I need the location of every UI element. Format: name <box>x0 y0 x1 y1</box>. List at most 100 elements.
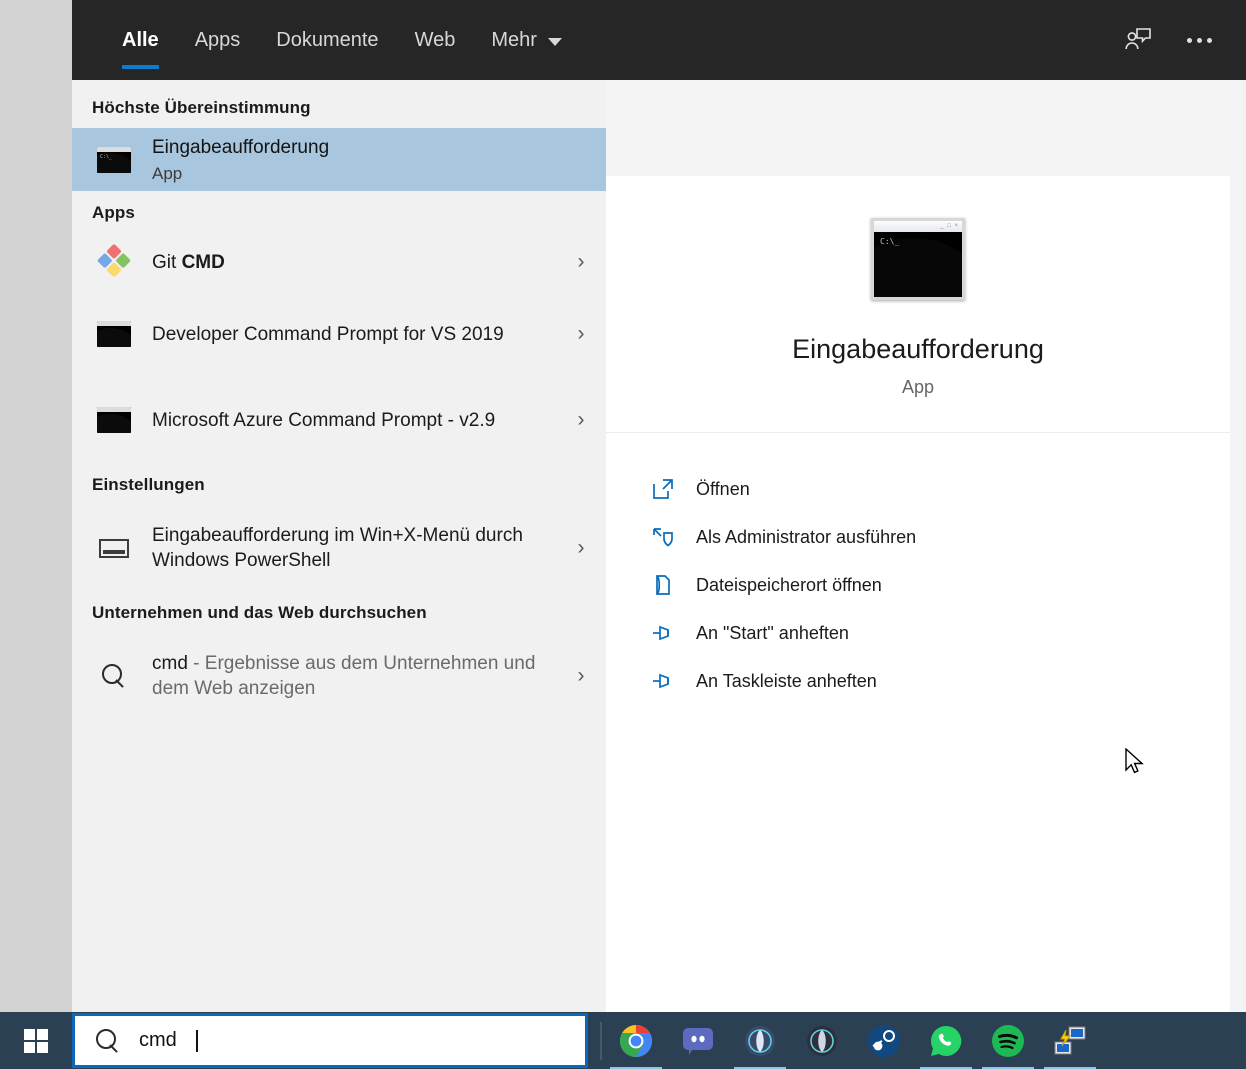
result-text: Eingabeaufforderung im Win+X-Menü durch … <box>152 523 550 574</box>
result-title: Developer Command Prompt for VS 2019 <box>152 323 504 345</box>
result-title: Eingabeaufforderung im Win+X-Menü durch … <box>152 525 523 572</box>
group-title-best-match: Höchste Übereinstimmung <box>92 98 311 117</box>
chevron-right-icon[interactable]: › <box>566 536 596 560</box>
battlenet-icon[interactable] <box>734 1021 786 1069</box>
result-title: Git CMD <box>152 250 550 275</box>
search-flyout: Alle Apps Dokumente Web Mehr Höchste Übe… <box>72 0 1246 1012</box>
result-row-web-search-cmd[interactable]: cmd - Ergebnisse aus dem Unternehmen und… <box>72 633 606 719</box>
preview-subtitle: App <box>901 377 935 397</box>
action-label: Öffnen <box>696 478 750 499</box>
preview-pane-wrap: _ □ × C:\_ Eingabeaufforderung App Öffne… <box>606 80 1246 1012</box>
result-text: Developer Command Prompt for VS 2019 <box>152 322 550 347</box>
search-icon <box>92 663 136 689</box>
whatsapp-icon[interactable] <box>920 1021 972 1069</box>
result-title: Eingabeaufforderung <box>152 137 330 158</box>
tab-label: Apps <box>194 28 241 51</box>
discord-icon[interactable] <box>678 1021 718 1061</box>
chrome-icon[interactable] <box>610 1021 662 1069</box>
action-an-start-anheften[interactable]: An "Start" anheften <box>650 609 1230 657</box>
preview-hero: _ □ × C:\_ Eingabeaufforderung App <box>606 176 1230 433</box>
battlenet-classic-icon[interactable] <box>802 1021 842 1061</box>
result-text: Microsoft Azure Command Prompt - v2.9 <box>152 408 550 433</box>
action-an-taskleiste-anheften[interactable]: An Taskleiste anheften <box>650 657 1230 705</box>
results-list: Höchste Übereinstimmung C:\_ Eingabeauff… <box>72 80 606 1012</box>
tab-mehr[interactable]: Mehr <box>473 0 580 80</box>
git-cmd-icon <box>92 243 136 278</box>
pin-icon <box>650 668 676 694</box>
text-caret <box>195 1029 198 1052</box>
remote-desktop-icon[interactable] <box>1044 1021 1096 1069</box>
taskbar: cmd <box>0 1012 1246 1069</box>
taskbar-search-box[interactable]: cmd <box>72 1013 588 1068</box>
search-input[interactable]: cmd <box>139 1029 177 1052</box>
action-oeffnen[interactable]: Öffnen <box>650 465 1230 513</box>
chevron-down-icon <box>547 38 562 46</box>
result-row-developer-command-prompt[interactable]: Developer Command Prompt for VS 2019 › <box>72 291 606 377</box>
folder-location-icon <box>650 572 676 598</box>
result-row-winx-menu-setting[interactable]: Eingabeaufforderung im Win+X-Menü durch … <box>72 505 606 591</box>
preview-icon-wrap: _ □ × C:\_ <box>606 218 1230 300</box>
result-row-eingabeaufforderung[interactable]: C:\_ Eingabeaufforderung App <box>72 128 606 192</box>
result-text: Eingabeaufforderung App <box>152 135 550 184</box>
action-label: Dateispeicherort öffnen <box>696 574 882 595</box>
show-desktop-button[interactable] <box>1240 1012 1246 1069</box>
result-title-bold: CMD <box>181 251 225 273</box>
taskbar-divider <box>600 1021 602 1060</box>
group-title-einstellungen: Einstellungen <box>92 475 205 495</box>
action-label: Als Administrator ausführen <box>696 526 917 547</box>
tab-label: Web <box>414 28 456 51</box>
start-button[interactable] <box>0 1012 72 1069</box>
tab-label: Alle <box>122 28 159 51</box>
group-title-web-search: Unternehmen und das Web durchsuchen <box>92 603 427 623</box>
action-als-administrator-ausfuehren[interactable]: Als Administrator ausführen <box>650 513 1230 561</box>
taskbar-app-icons <box>610 1021 1096 1069</box>
result-text: cmd - Ergebnisse aus dem Unternehmen und… <box>152 651 550 702</box>
preview-actions: Öffnen Als Administrator ausführen Datei… <box>606 433 1230 705</box>
result-description: - Ergebnisse aus dem Unternehmen und dem… <box>152 653 536 700</box>
preview-title: Eingabeaufforderung <box>792 334 1044 364</box>
tab-web[interactable]: Web <box>397 0 474 80</box>
pin-icon <box>650 620 676 646</box>
chevron-right-icon[interactable]: › <box>566 250 596 274</box>
flyout-body: Höchste Übereinstimmung C:\_ Eingabeauff… <box>72 80 1246 1012</box>
command-prompt-icon <box>92 407 136 434</box>
shield-admin-icon <box>650 524 676 550</box>
action-label: An Taskleiste anheften <box>696 670 877 691</box>
preview-pane: _ □ × C:\_ Eingabeaufforderung App Öffne… <box>606 176 1230 1012</box>
result-title: cmd - Ergebnisse aus dem Unternehmen und… <box>152 651 550 702</box>
action-dateispeicherort-oeffnen[interactable]: Dateispeicherort öffnen <box>650 561 1230 609</box>
command-prompt-icon: C:\_ <box>92 146 136 173</box>
header-actions <box>1116 0 1246 80</box>
spotify-icon[interactable] <box>982 1021 1034 1069</box>
result-title-prefix: Git <box>152 251 182 273</box>
tab-apps[interactable]: Apps <box>177 0 259 80</box>
result-text: Git CMD <box>152 250 550 275</box>
result-row-git-cmd[interactable]: Git CMD › <box>72 233 606 291</box>
result-query-text: cmd <box>152 653 188 674</box>
command-prompt-icon <box>92 321 136 348</box>
chevron-right-icon[interactable]: › <box>566 322 596 346</box>
tab-label: Mehr <box>491 28 537 51</box>
windows-logo-icon <box>24 1028 48 1053</box>
mouse-cursor <box>1124 747 1146 778</box>
chevron-right-icon[interactable]: › <box>566 664 596 688</box>
result-subtitle: App <box>152 164 183 184</box>
result-row-azure-command-prompt[interactable]: Microsoft Azure Command Prompt - v2.9 › <box>72 377 606 463</box>
result-title: Microsoft Azure Command Prompt - v2.9 <box>152 409 496 431</box>
search-icon <box>95 1028 121 1054</box>
tab-list: Alle Apps Dokumente Web Mehr <box>72 0 580 80</box>
group-title-apps: Apps <box>92 203 135 223</box>
search-tabbar: Alle Apps Dokumente Web Mehr <box>72 0 1246 80</box>
feedback-person-icon[interactable] <box>1116 17 1162 63</box>
steam-icon[interactable] <box>864 1021 904 1061</box>
chevron-right-icon[interactable]: › <box>566 408 596 432</box>
preview-icon-prompt-text: C:\_ <box>880 237 900 246</box>
tab-dokumente[interactable]: Dokumente <box>258 0 396 80</box>
open-external-icon <box>650 476 676 502</box>
action-label: An "Start" anheften <box>696 622 849 643</box>
keyboard-menu-icon <box>92 538 136 558</box>
ellipsis-icon[interactable] <box>1176 17 1222 63</box>
tab-alle[interactable]: Alle <box>104 0 177 80</box>
tab-label: Dokumente <box>276 28 379 51</box>
command-prompt-icon: _ □ × C:\_ <box>871 218 965 300</box>
